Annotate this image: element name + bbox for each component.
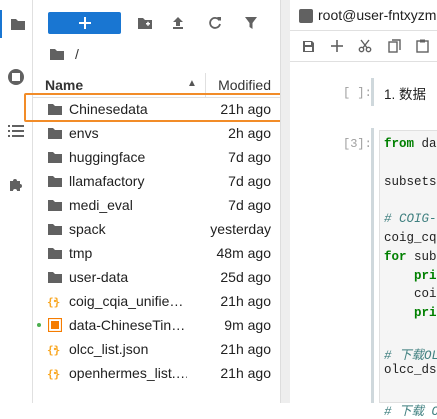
folder-icon <box>47 221 63 237</box>
code-line: for subs <box>384 249 437 264</box>
file-name: spack <box>69 221 106 237</box>
file-name: envs <box>69 125 99 141</box>
code-line: # 下载OL <box>384 348 437 363</box>
upload-icon[interactable] <box>166 12 190 34</box>
tab-title: root@user-fntxyzm <box>318 7 437 23</box>
file-modified: 21h ago <box>220 293 271 309</box>
running-sessions-icon[interactable] <box>0 63 32 91</box>
save-icon[interactable] <box>298 37 318 55</box>
file-modified: 7d ago <box>228 197 271 213</box>
code-line: coig_cqi <box>384 231 437 245</box>
json-file-icon: {} <box>47 341 63 357</box>
sort-ascending-icon: ▲ <box>187 78 197 89</box>
folder-icon <box>47 197 63 213</box>
modified-column-header[interactable]: Modified <box>218 77 271 93</box>
extensions-icon[interactable] <box>0 170 32 198</box>
copy-icon[interactable] <box>384 37 404 55</box>
new-launcher-button[interactable] <box>48 12 121 34</box>
code-line: coig <box>414 287 437 302</box>
code-line: # 下载 O <box>384 405 437 419</box>
json-file-icon: {} <box>47 293 63 309</box>
file-name: coig_cqia_unifie… <box>69 293 184 309</box>
file-row[interactable]: llamafactory 7d ago <box>33 169 280 193</box>
file-row[interactable]: {} coig_cqia_unifie… 21h ago <box>33 289 280 313</box>
home-folder-icon[interactable] <box>49 48 65 61</box>
cell-2-prompt: [3]: <box>343 137 372 151</box>
cell-1-markdown[interactable]: 1. 数据 <box>384 83 426 103</box>
file-modified: 7d ago <box>228 149 271 165</box>
file-modified: 21h ago <box>220 365 271 381</box>
file-row[interactable]: spack yesterday <box>33 217 280 241</box>
running-indicator-icon <box>37 323 41 327</box>
cell-1-collapser[interactable] <box>371 78 374 106</box>
file-name: llamafactory <box>69 173 145 189</box>
code-line: prin <box>414 306 437 321</box>
file-name: huggingface <box>69 149 146 165</box>
file-modified: 48m ago <box>216 245 271 261</box>
file-name: medi_eval <box>69 197 133 213</box>
file-modified: yesterday <box>210 221 271 237</box>
file-row[interactable]: {} openhermes_list.… 21h ago <box>33 361 280 385</box>
notebook-panel: root@user-fntxyzm [ ]: 1. 数据 [3]: from d… <box>290 0 437 419</box>
notebook-toolbar <box>290 31 437 62</box>
cell-1-prompt: [ ]: <box>343 86 372 100</box>
code-line: olcc_ds <box>384 362 437 377</box>
code-line: prin <box>414 268 437 283</box>
file-row[interactable]: envs 2h ago <box>33 121 280 145</box>
json-file-icon: {} <box>47 365 63 381</box>
svg-text:{}: {} <box>47 296 60 309</box>
file-row[interactable]: user-data 25d ago <box>33 265 280 289</box>
folder-icon <box>47 245 63 261</box>
file-name: data-ChineseTin… <box>69 317 186 333</box>
name-column-header[interactable]: Name <box>45 77 83 93</box>
folder-icon <box>47 149 63 165</box>
file-row[interactable]: medi_eval 7d ago <box>33 193 280 217</box>
code-line: from dat <box>384 137 437 151</box>
refresh-icon[interactable] <box>203 12 227 34</box>
folder-icon <box>47 125 63 141</box>
svg-text:{}: {} <box>47 368 60 381</box>
file-row[interactable]: huggingface 7d ago <box>33 145 280 169</box>
activity-bar <box>0 0 33 403</box>
file-modified: 25d ago <box>220 269 271 285</box>
folder-icon <box>47 173 63 189</box>
file-name: olcc_list.json <box>69 341 149 357</box>
file-row[interactable]: {} olcc_list.json 21h ago <box>33 337 280 361</box>
file-name: openhermes_list.… <box>69 365 187 381</box>
code-line: subsets <box>384 174 437 189</box>
code-line: # COIG-C <box>384 212 437 227</box>
cell-2-collapser[interactable] <box>371 128 374 403</box>
paste-icon[interactable] <box>412 37 432 55</box>
file-browser-toolbar <box>33 0 280 42</box>
file-modified: 9m ago <box>224 317 271 333</box>
plus-icon <box>78 17 91 29</box>
insert-cell-icon[interactable] <box>327 37 347 55</box>
file-name: user-data <box>69 269 129 285</box>
file-row[interactable]: tmp 48m ago <box>33 241 280 265</box>
file-name: tmp <box>69 245 93 261</box>
filter-icon[interactable] <box>239 12 263 34</box>
new-folder-icon[interactable] <box>133 12 157 34</box>
file-modified: 7d ago <box>228 173 271 189</box>
notebook-tab[interactable]: root@user-fntxyzm <box>290 0 437 31</box>
cut-icon[interactable] <box>355 37 375 55</box>
file-modified: 2h ago <box>228 125 271 141</box>
svg-text:{}: {} <box>47 344 60 357</box>
folder-icon <box>47 269 63 285</box>
folder-tab-icon[interactable] <box>0 10 34 38</box>
breadcrumb-path[interactable]: / <box>75 46 79 62</box>
selection-highlight <box>24 93 295 122</box>
file-browser: / Name ▲ Modified Chinesedata 21h ago envs… <box>33 0 280 403</box>
file-modified: 21h ago <box>220 341 271 357</box>
file-row[interactable]: data-ChineseTin… 9m ago <box>33 313 280 337</box>
file-list: Chinesedata 21h ago envs 2h ago huggingface 7… <box>33 97 280 385</box>
notebook-icon <box>47 317 63 333</box>
terminal-icon <box>299 9 313 23</box>
breadcrumb: / <box>49 44 79 64</box>
